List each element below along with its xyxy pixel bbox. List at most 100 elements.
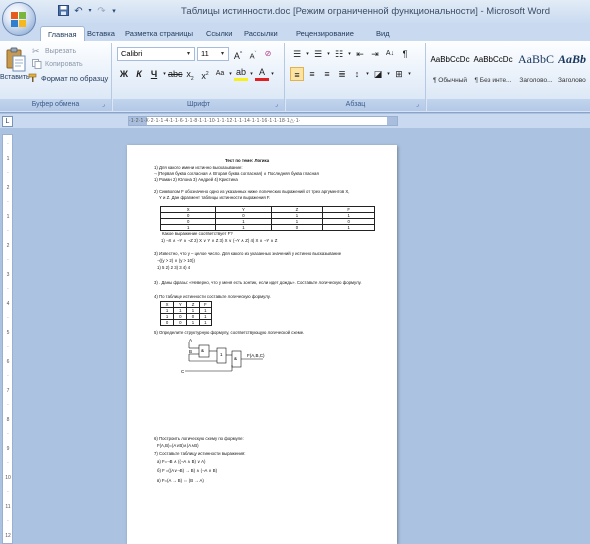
increase-indent-icon[interactable]: ⇥ [368, 47, 382, 61]
chevron-down-icon[interactable]: ▾ [347, 47, 352, 61]
horizontal-ruler[interactable]: ·1·2·1·X·2·1·1·4·1·1·6·1·1·8·1·1·10·1·1·… [128, 116, 398, 126]
tab-references[interactable]: Ссылки [206, 26, 232, 42]
bold-icon[interactable]: Ж [117, 67, 131, 81]
style-normal[interactable]: AaBbCcDc ¶ Обычный [429, 47, 471, 89]
align-center-icon[interactable]: ≡ [305, 67, 319, 81]
tab-view[interactable]: Вид [376, 26, 390, 42]
format-painter-button[interactable]: Формат по образцу [28, 73, 108, 83]
change-case-icon[interactable]: Aa [213, 67, 227, 81]
alignment-buttons: ≡ ≡ ≡ ≣ ↕ ▾ ◪ ▾ ⊞ ▾ [290, 67, 412, 81]
chevron-down-icon[interactable]: ▾ [407, 67, 412, 81]
font-size-buttons: A^ Aˇ ⊘ [231, 47, 275, 61]
chevron-down-icon[interactable]: ▾ [162, 67, 167, 81]
clipboard-launcher-icon[interactable]: ⌟ [102, 102, 109, 109]
tab-page-layout[interactable]: Разметка страницы [125, 26, 193, 42]
clear-formatting-icon[interactable]: ⊘ [261, 47, 275, 61]
chevron-down-icon[interactable]: ▾ [228, 67, 233, 81]
numbering-icon[interactable]: ☰ [311, 47, 325, 61]
font-name-combo[interactable]: Calibri ▾ [117, 47, 195, 61]
customize-toolbar-icon[interactable]: ▾ [110, 5, 118, 18]
table-cell: 1 [198, 319, 213, 326]
align-left-icon[interactable]: ≡ [290, 67, 304, 81]
doc-line: 3) . Даны фразы: «Неверно, что у меня ес… [154, 280, 362, 285]
document-page[interactable]: Тест по теме: Логика 1) Для какого имени… [127, 145, 397, 544]
shading-icon[interactable]: ◪ [371, 67, 385, 81]
doc-line: 7) Составьте таблицу истинности выражени… [154, 451, 246, 456]
vruler-mark: 4 [6, 300, 10, 307]
chevron-down-icon[interactable]: ▾ [249, 67, 254, 81]
justify-icon[interactable]: ≣ [335, 67, 349, 81]
doc-formula: б) F =((A∨¬B) → B) ∧ (¬A ∨ B) [157, 468, 218, 473]
vertical-ruler[interactable]: · 1 · 2 · 1 · 2 · 3 · 4 · 5 · 6 · 7 · 8 · 9 · 10 · 11 · 12 [2, 134, 13, 544]
decrease-indent-icon[interactable]: ⇤ [353, 47, 367, 61]
save-icon[interactable] [57, 4, 70, 18]
bullets-icon[interactable]: ☰ [290, 47, 304, 61]
chevron-down-icon[interactable]: ▾ [365, 67, 370, 81]
vruler-mark: · [7, 518, 9, 524]
underline-icon[interactable]: Ч [147, 67, 161, 81]
style-heading-2[interactable]: AaBb Заголово [558, 47, 590, 89]
doc-line: 1) 5 2) 2 3) 3 4) 4 [157, 265, 191, 270]
borders-icon[interactable]: ⊞ [392, 67, 406, 81]
quick-access-toolbar: ↶ ▾ ↷ ▾ [40, 3, 118, 19]
shrink-font-icon[interactable]: Aˇ [246, 47, 260, 61]
vruler-mark: 6 [6, 358, 10, 365]
grow-font-icon[interactable]: A^ [231, 47, 245, 61]
sort-icon[interactable]: A↓ [383, 47, 397, 61]
multilevel-list-icon[interactable]: ☷ [332, 47, 346, 61]
vruler-mark: · [7, 460, 9, 466]
undo-icon[interactable]: ↶ [72, 5, 85, 18]
font-format-buttons: Ж К Ч ▾ abc x2 x2 Aa ▾ ab ▾ A ▾ [117, 67, 275, 82]
vruler-mark: · [7, 170, 9, 176]
gate-and-1: & [201, 348, 204, 353]
clipboard-group: Вставить ✂ Вырезать Копировать Формат по… [0, 43, 112, 111]
vruler-mark: · [7, 199, 9, 205]
tab-insert[interactable]: Вставка [87, 26, 115, 42]
gate-and-2: & [234, 356, 237, 361]
chevron-down-icon[interactable]: ▾ [218, 49, 227, 59]
undo-dropdown-icon[interactable]: ▾ [87, 5, 93, 18]
title-bar: ↶ ▾ ↷ ▾ Таблицы истинности.doc [Режим ог… [0, 0, 590, 24]
paragraph-group-label: Абзац [286, 99, 425, 111]
ruler-area: L ·1·2·1·X·2·1·1·4·1·1·6·1·1·8·1·1·10·1·… [0, 114, 590, 128]
strikethrough-icon[interactable]: abc [168, 67, 183, 81]
doc-line: ¬ (Первая буква согласная ∧ Вторая буква… [154, 171, 319, 176]
show-marks-icon[interactable]: ¶ [398, 47, 412, 61]
italic-icon[interactable]: К [132, 67, 146, 81]
style-heading-1[interactable]: AaBbC Заголово... [515, 47, 557, 89]
style-name: Заголово [558, 77, 586, 84]
style-name: Заголово... [519, 77, 553, 84]
tab-selector[interactable]: L [2, 116, 13, 127]
chevron-down-icon[interactable]: ▾ [326, 47, 331, 61]
tab-review[interactable]: Рецензирование [296, 26, 354, 42]
brush-icon [28, 73, 38, 83]
cut-label: Вырезать [45, 47, 77, 55]
chevron-down-icon[interactable]: ▾ [305, 47, 310, 61]
vruler-mark: 1 [6, 155, 10, 162]
chevron-down-icon[interactable]: ▾ [386, 67, 391, 81]
subscript-icon[interactable]: x2 [183, 67, 197, 82]
copy-button[interactable]: Копировать [32, 59, 83, 69]
style-sample: AaBbCcDc [473, 55, 513, 64]
highlight-icon[interactable]: ab [234, 67, 248, 81]
font-launcher-icon[interactable]: ⌟ [275, 102, 282, 109]
vruler-mark: 9 [6, 445, 10, 452]
logic-circuit-diagram: A B C & 1 & F(A,B,C) [181, 338, 265, 374]
style-sample: AaBb [558, 52, 587, 66]
style-no-spacing[interactable]: AaBbCcDc ¶ Без инте... [472, 47, 514, 89]
paste-icon [6, 47, 26, 72]
superscript-icon[interactable]: x2 [198, 67, 212, 81]
font-color-icon[interactable]: A [255, 67, 269, 81]
table-cell: 0 [173, 319, 188, 326]
redo-icon[interactable]: ↷ [95, 5, 108, 18]
chevron-down-icon[interactable]: ▾ [184, 49, 193, 59]
chevron-down-icon[interactable]: ▾ [270, 67, 275, 81]
font-size-combo[interactable]: 11 ▾ [197, 47, 229, 61]
cut-button[interactable]: ✂ Вырезать [32, 46, 76, 56]
style-sample: AaBbC [518, 52, 554, 66]
office-button[interactable] [2, 2, 36, 36]
align-right-icon[interactable]: ≡ [320, 67, 334, 81]
line-spacing-icon[interactable]: ↕ [350, 67, 364, 81]
tab-mailings[interactable]: Рассылки [244, 26, 278, 42]
paragraph-launcher-icon[interactable]: ⌟ [416, 102, 423, 109]
